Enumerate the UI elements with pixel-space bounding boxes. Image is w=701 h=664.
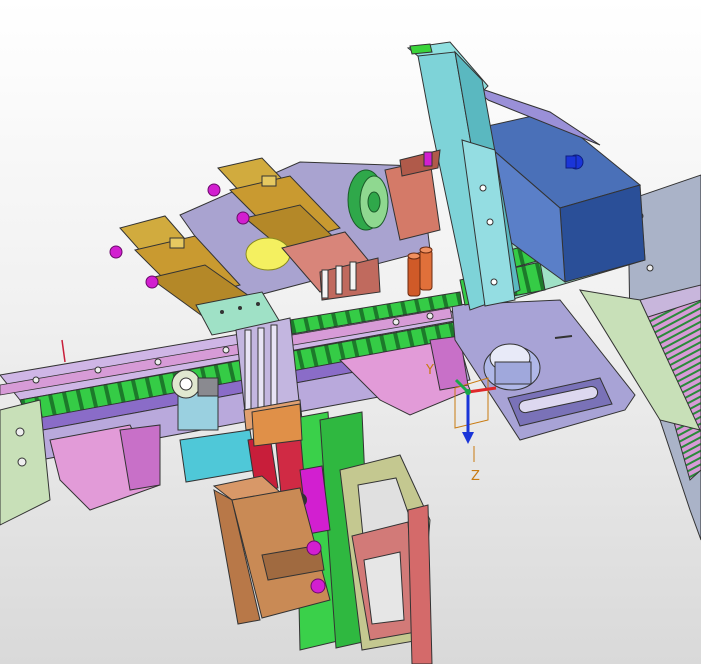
sensor-lever[interactable] [61,339,66,363]
cyan-base-plate[interactable] [179,429,257,483]
cad-viewport[interactable]: Z Y [0,0,701,664]
z-axis-label: Z [471,469,480,484]
y-axis-label: Y [425,363,434,378]
gear-assembly[interactable] [171,369,219,431]
pneumatic-fittings[interactable] [407,246,433,297]
cad-scene[interactable]: Z Y [0,0,701,664]
